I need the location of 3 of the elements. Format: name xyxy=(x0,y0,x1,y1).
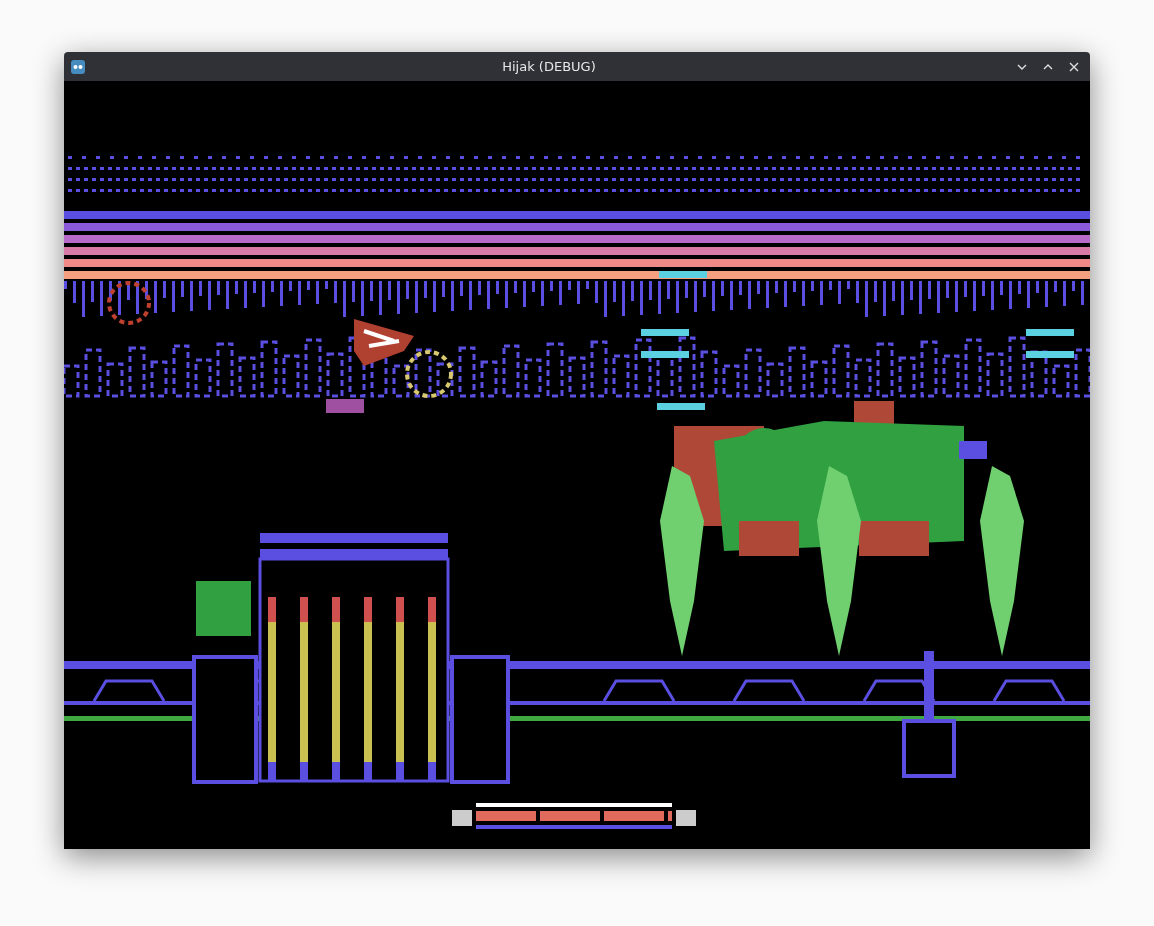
close-icon xyxy=(1068,60,1080,73)
app-icon xyxy=(70,58,86,75)
window-title: Hijak (DEBUG) xyxy=(501,59,597,74)
